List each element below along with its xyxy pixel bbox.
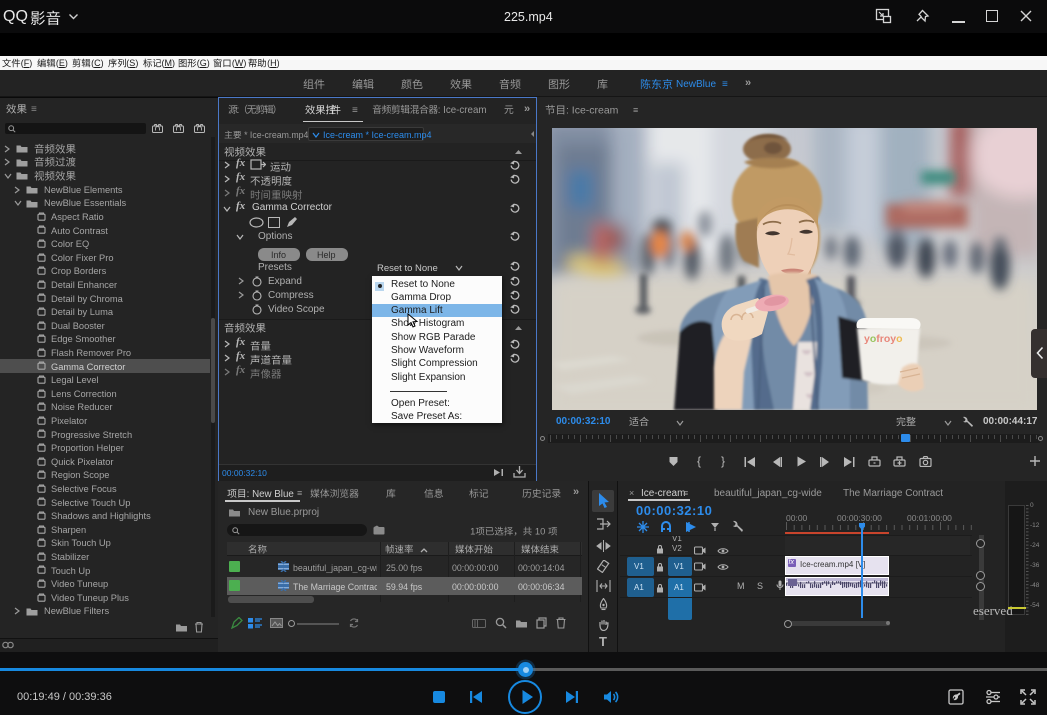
svg-text:1: 1 <box>470 527 475 538</box>
svg-text:10: 10 <box>532 527 548 538</box>
svg-text:* Ice-cream.mp4: * Ice-cream.mp4 <box>242 129 309 139</box>
svg-text::: : <box>237 105 240 116</box>
svg-text:: New Blue: : New Blue <box>247 488 294 499</box>
svg-text:元: 元 <box>504 105 514 116</box>
svg-text:: Ice-cream: : Ice-cream <box>438 105 487 116</box>
svg-text:: Ice-cream: : Ice-cream <box>566 106 619 117</box>
